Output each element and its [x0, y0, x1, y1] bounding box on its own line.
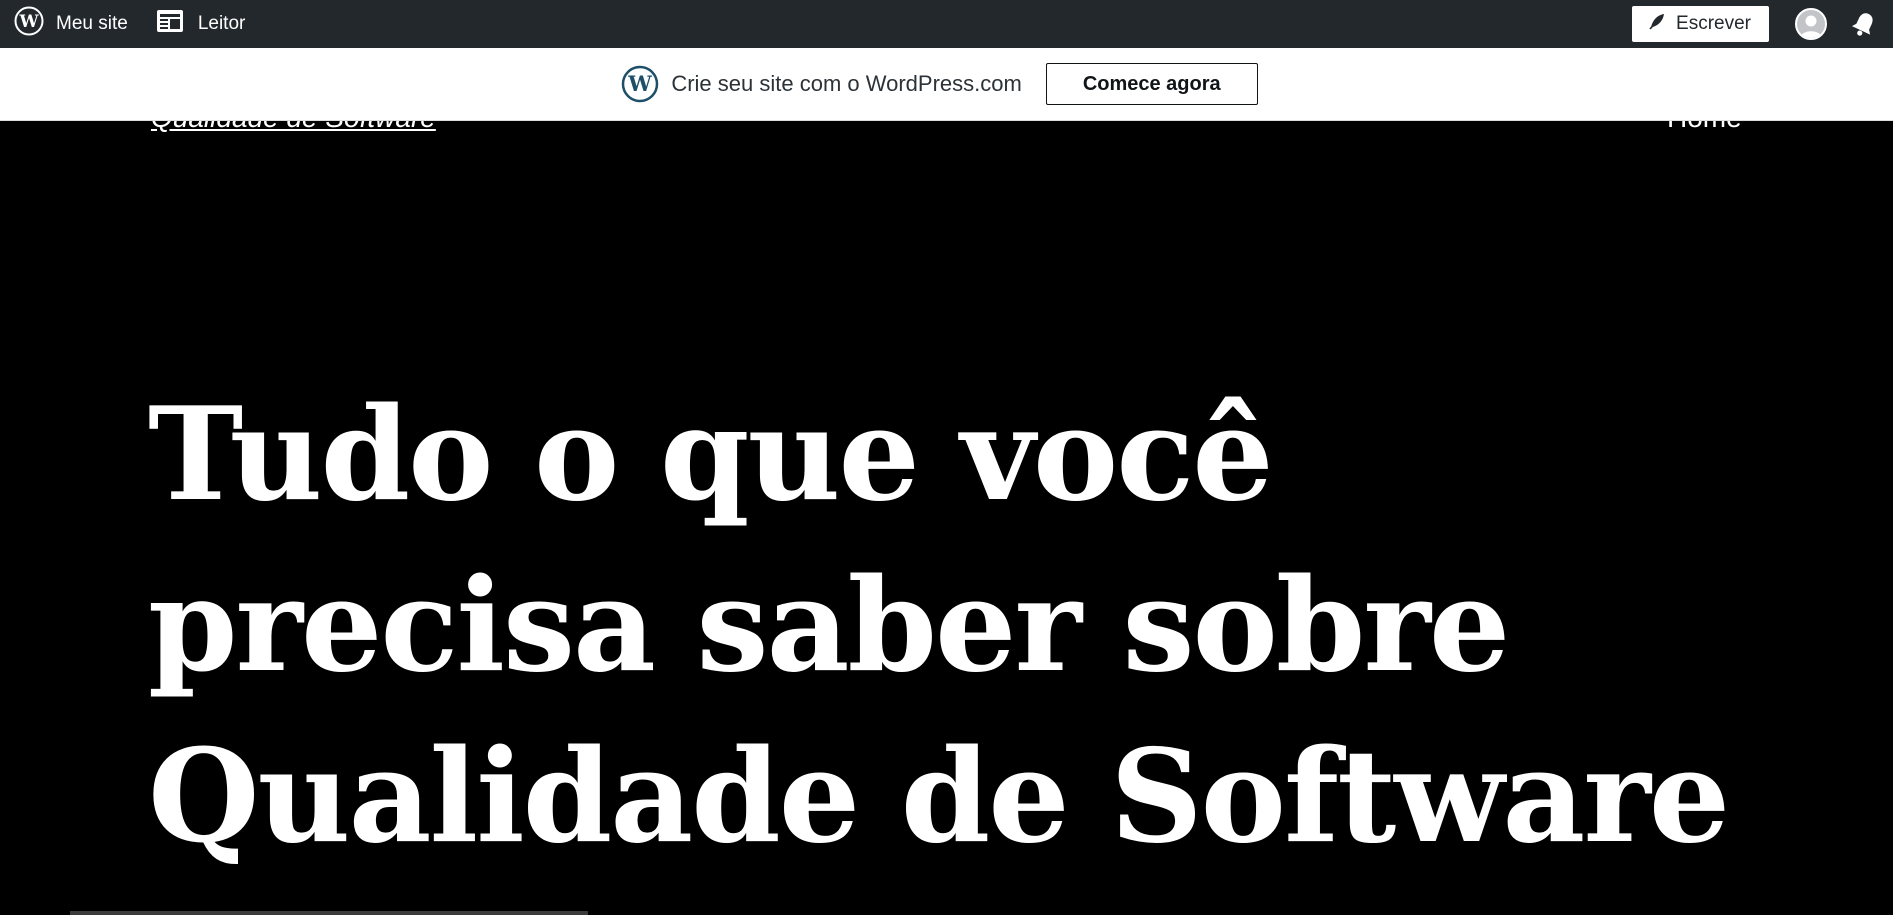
- wordpress-logo-icon: W: [621, 65, 659, 103]
- reader-icon: [156, 7, 184, 41]
- wordpress-icon: W: [14, 6, 44, 42]
- avatar[interactable]: [1795, 8, 1827, 40]
- reader-button[interactable]: Leitor: [156, 0, 246, 48]
- my-site-button[interactable]: W Meu site: [14, 0, 128, 48]
- scrollbar-strip: [70, 911, 588, 915]
- reader-label: Leitor: [197, 13, 246, 34]
- user-silhouette-icon: [1800, 15, 1822, 38]
- svg-text:W: W: [628, 71, 653, 96]
- promo-banner: W Crie seu site com o WordPress.com Come…: [0, 48, 1893, 121]
- svg-text:W: W: [18, 12, 39, 32]
- notifications-button[interactable]: [1849, 9, 1879, 39]
- promo-text: Crie seu site com o WordPress.com: [671, 71, 1022, 96]
- admin-bar: W Meu site Leitor Escrever: [0, 0, 1893, 48]
- write-button[interactable]: Escrever: [1632, 6, 1769, 42]
- bell-icon: [1851, 13, 1873, 36]
- hero-title-line-3: Qualidade de Software: [148, 722, 1730, 872]
- hero-title-line-1: Tudo o que você: [148, 380, 1274, 530]
- pen-icon: [1648, 12, 1676, 36]
- my-site-label: Meu site: [56, 13, 128, 34]
- start-now-button[interactable]: Comece agora: [1045, 63, 1258, 105]
- hero-title-line-2: precisa saber sobre: [148, 551, 1510, 701]
- hero-title: Tudo o que você precisa saber sobre Qual…: [148, 370, 1878, 883]
- write-label: Escrever: [1676, 13, 1751, 34]
- admin-bar-right: Escrever: [1632, 0, 1893, 48]
